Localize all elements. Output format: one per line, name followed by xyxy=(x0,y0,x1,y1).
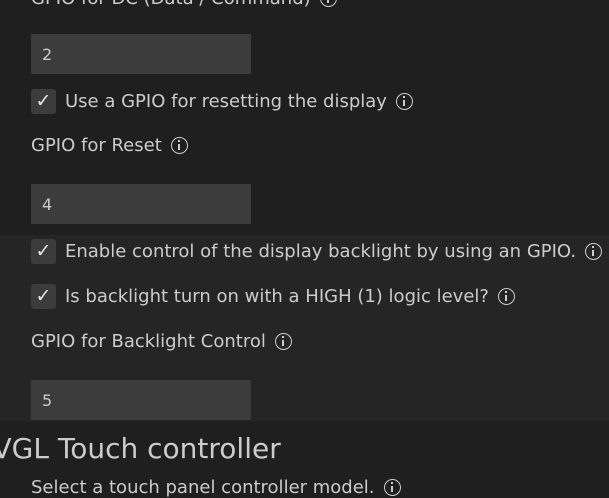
touch-model-label: Select a touch panel controller model. xyxy=(31,476,401,498)
info-icon[interactable] xyxy=(585,242,603,260)
check-icon: ✓ xyxy=(35,239,52,262)
touch-section-title-text: LVGL Touch controller xyxy=(0,432,281,465)
backlight-gpio-label: GPIO for Backlight Control xyxy=(31,330,292,352)
info-icon[interactable] xyxy=(497,287,515,305)
backlight-level-checkbox[interactable]: ✓ xyxy=(31,283,56,309)
check-icon: ✓ xyxy=(35,89,52,112)
info-icon[interactable] xyxy=(170,136,188,154)
backlight-level-checkbox-row[interactable]: ✓ Is backlight turn on with a HIGH (1) l… xyxy=(31,283,515,309)
reset-gpio-label-text: GPIO for Reset xyxy=(31,134,162,156)
backlight-gpio-label-text: GPIO for Backlight Control xyxy=(31,330,266,352)
touch-section-title: LVGL Touch controller xyxy=(0,431,281,467)
backlight-enable-checkbox-row[interactable]: ✓ Enable control of the display backligh… xyxy=(31,238,603,264)
info-icon[interactable] xyxy=(383,478,401,496)
backlight-enable-checkbox-label: Enable control of the display backlight … xyxy=(65,240,577,262)
reset-gpio-checkbox-row[interactable]: ✓ Use a GPIO for resetting the display xyxy=(31,88,413,114)
reset-gpio-input[interactable]: 4 xyxy=(31,184,251,224)
reset-gpio-value: 4 xyxy=(42,194,53,214)
backlight-enable-checkbox[interactable]: ✓ xyxy=(31,238,56,264)
info-icon[interactable] xyxy=(395,92,413,110)
reset-gpio-checkbox-label: Use a GPIO for resetting the display xyxy=(65,90,387,112)
reset-gpio-label: GPIO for Reset xyxy=(31,134,188,156)
dc-gpio-label: GPIO for DC (Data / Command) xyxy=(31,0,337,9)
info-icon[interactable] xyxy=(319,0,337,7)
dc-gpio-input[interactable]: 2 xyxy=(31,34,251,74)
touch-model-label-text: Select a touch panel controller model. xyxy=(31,476,375,498)
check-icon: ✓ xyxy=(35,284,52,307)
backlight-gpio-input[interactable]: 5 xyxy=(31,380,251,420)
dc-gpio-label-text: GPIO for DC (Data / Command) xyxy=(31,0,311,9)
info-icon[interactable] xyxy=(274,332,292,350)
backlight-level-checkbox-label: Is backlight turn on with a HIGH (1) log… xyxy=(65,285,489,307)
dc-gpio-value: 2 xyxy=(42,44,53,64)
backlight-gpio-value: 5 xyxy=(42,390,53,410)
reset-gpio-checkbox[interactable]: ✓ xyxy=(31,88,56,114)
